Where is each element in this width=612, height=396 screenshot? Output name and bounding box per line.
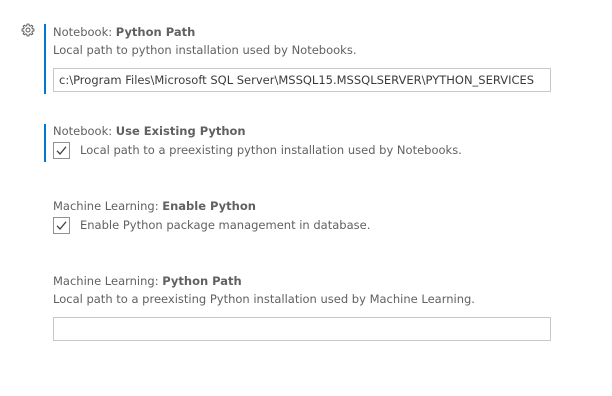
modified-indicator — [44, 24, 46, 94]
gear-icon[interactable] — [21, 23, 35, 37]
setting-key: Use Existing Python — [115, 124, 246, 138]
setting-key: Python Path — [162, 274, 242, 288]
checkbox-label[interactable]: Enable Python package management in data… — [80, 218, 370, 232]
enable-python-checkbox[interactable] — [53, 217, 70, 234]
setting-title: Machine Learning: Enable Python — [53, 199, 256, 213]
setting-key: Python Path — [115, 25, 196, 39]
modified-indicator — [44, 124, 46, 162]
setting-category: Notebook: — [53, 25, 116, 39]
setting-title: Notebook: Python Path — [53, 25, 195, 39]
setting-category: Machine Learning: — [53, 274, 163, 288]
use-existing-python-checkbox[interactable] — [53, 142, 70, 159]
setting-description: Local path to python installation used b… — [53, 43, 357, 57]
check-icon — [56, 221, 67, 230]
python-path-input[interactable]: c:\Program Files\Microsoft SQL Server\MS… — [53, 68, 551, 92]
setting-category: Notebook: — [53, 124, 116, 138]
setting-title: Machine Learning: Python Path — [53, 274, 242, 288]
check-icon — [56, 146, 67, 155]
setting-key: Enable Python — [162, 199, 256, 213]
setting-title: Notebook: Use Existing Python — [53, 124, 246, 138]
ml-python-path-input[interactable] — [53, 317, 551, 341]
checkbox-label[interactable]: Local path to a preexisting python insta… — [80, 143, 462, 157]
setting-category: Machine Learning: — [53, 199, 163, 213]
setting-description: Local path to a preexisting Python insta… — [53, 292, 475, 306]
